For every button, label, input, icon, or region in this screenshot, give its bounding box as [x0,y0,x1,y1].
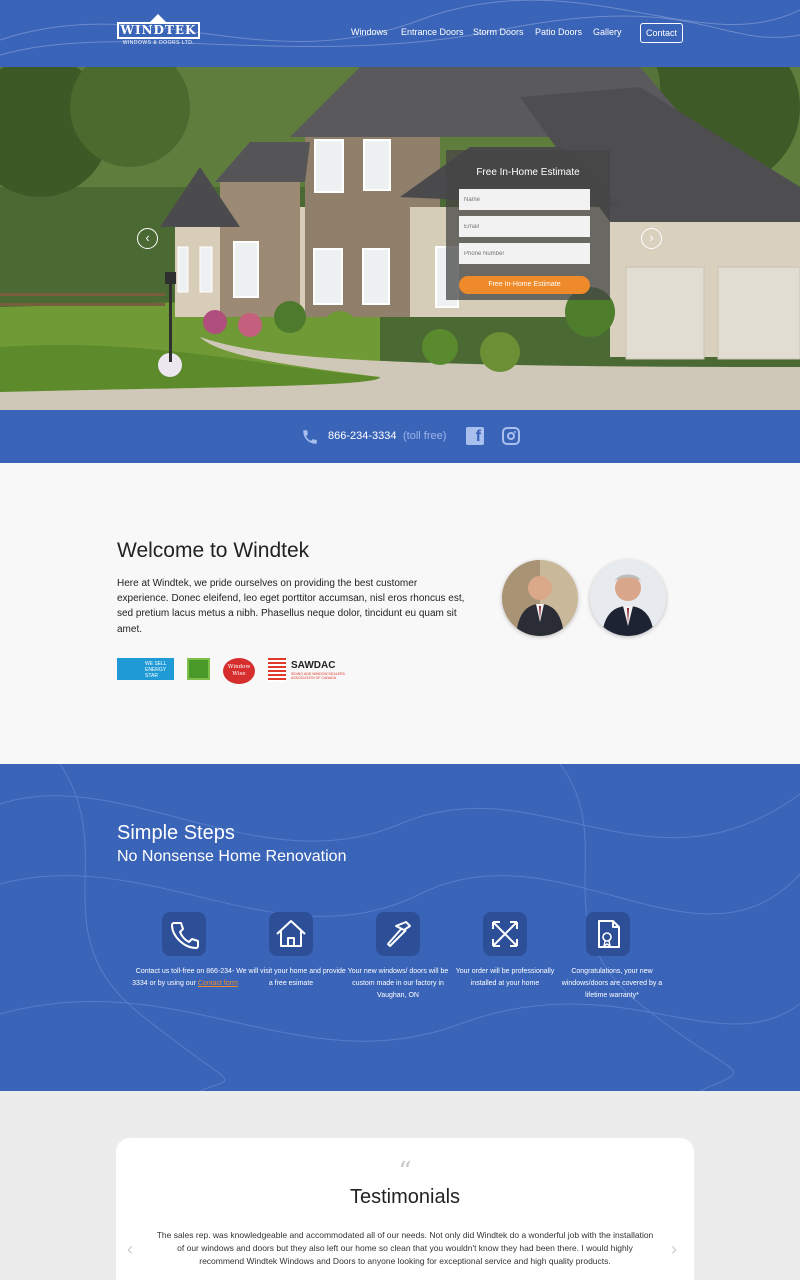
site-header: WINDTEK WINDOWS & DOORS LTD. Windows Ent… [0,0,800,67]
chevron-left-icon: ‹ [145,230,150,245]
step-1-text: Contact us toll-free on 866-234-3334 or … [130,966,240,990]
chevron-right-icon: › [649,230,654,245]
estimate-form: Free In-Home Estimate Free In-Home Estim… [446,150,610,300]
phone-icon [171,922,199,949]
facebook-icon[interactable]: f [466,427,484,445]
step-4-text: Your order will be professionally instal… [455,968,555,987]
sawdac-subtitle: SIDING AND WINDOW DEALERS ASSOCIATION OF… [291,672,345,680]
nav-storm-doors[interactable]: Storm Doors [473,27,524,37]
email-input[interactable] [459,216,590,237]
logo-roof-shape [150,14,166,22]
window-wise-label: Window Wise [227,664,251,677]
hero-house-image [0,67,800,410]
name-input[interactable] [459,189,590,210]
window-wise-badge: Window Wise [223,658,255,684]
step-phone-tile [162,912,206,956]
sawdac-logo-mark [268,658,286,682]
team-member-photo [590,560,666,636]
energy-star-label: WE SELL ENERGY STAR [145,661,167,679]
step-warranty-tile [586,912,630,956]
logo-subtitle: WINDOWS & DOORS LTD. [122,40,195,46]
step-hammer-tile [376,912,420,956]
step-house-tile [269,912,313,956]
contact-form-link[interactable]: Contact form [198,980,238,987]
contact-button[interactable]: Contact [640,23,683,43]
step-install-tile [483,912,527,956]
steps-subtitle: No Nonsense Home Renovation [117,848,347,865]
nav-windows[interactable]: Windows [351,27,388,37]
hammer-icon [387,921,411,947]
steps-title: Simple Steps [117,822,235,844]
expand-arrows-icon [492,921,518,947]
certificate-icon [598,920,620,948]
phone-number-input[interactable] [459,243,590,264]
logo-wordmark: WINDTEK [117,22,200,39]
nav-patio-doors[interactable]: Patio Doors [535,27,582,37]
team-member-photo [502,560,578,636]
house-icon [276,920,306,947]
nav-entrance-doors[interactable]: Entrance Doors [401,27,464,37]
quote-icon: “ [398,1157,412,1187]
testimonial-quote: The sales rep. was knowledgeable and acc… [156,1230,654,1266]
phone-icon [303,430,317,444]
energy-star-badge: WE SELL ENERGY STAR [117,658,174,680]
nav-gallery[interactable]: Gallery [593,27,622,37]
simple-steps-section: Simple Steps No Nonsense Home Renovation… [0,764,800,1091]
instagram-icon[interactable] [502,427,520,445]
sawdac-label: SAWDAC [291,660,336,671]
phone-number[interactable]: 866-234-3334 [328,430,397,442]
step-5-text: Congratulations, your new windows/doors … [561,968,663,999]
windtek-logo[interactable]: WINDTEK WINDOWS & DOORS LTD. [117,14,200,48]
hero-next-button[interactable]: › [641,228,662,249]
sawdac-badge: SAWDAC SIDING AND WINDOW DEALERS ASSOCIA… [268,658,353,682]
testimonials-card: “ Testimonials The sales rep. was knowle… [116,1138,694,1280]
team-member-avatar [590,560,666,636]
testimonial-next-button[interactable]: › [671,1239,677,1260]
team-member-avatar [502,560,578,636]
contact-bar: 866-234-3334 (toll free) f [0,410,800,463]
step-3-text: Your new windows/ doors will be custom m… [347,968,449,999]
toll-free-label: (toll free) [403,430,447,442]
green-badge [187,658,210,680]
testimonial-prev-button[interactable]: ‹ [127,1239,133,1260]
estimate-form-title: Free In-Home Estimate [476,167,580,178]
welcome-title: Welcome to Windtek [117,539,310,562]
hero-slider: ‹ › Free In-Home Estimate Free In-Home E… [0,67,800,410]
welcome-body: Here at Windtek, we pride ourselves on p… [117,578,465,635]
estimate-submit-button[interactable]: Free In-Home Estimate [459,276,590,294]
welcome-section: Welcome to Windtek Here at Windtek, we p… [0,463,800,764]
testimonials-title: Testimonials [349,1186,461,1208]
step-2-text: We will visit your home and provide a fr… [236,968,346,987]
hero-prev-button[interactable]: ‹ [137,228,158,249]
